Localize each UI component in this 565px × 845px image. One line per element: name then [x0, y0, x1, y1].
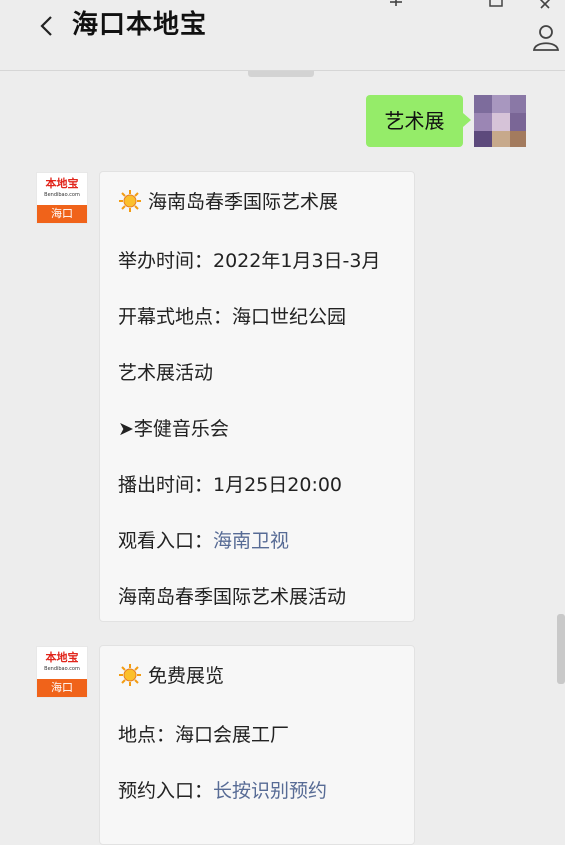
reserve-link[interactable]: 长按识别预约	[213, 780, 327, 802]
card-footer: 海南岛春季国际艺术展活动	[118, 586, 347, 608]
bot-avatar[interactable]: 本地宝 Bendibao.com 海口	[36, 172, 88, 224]
broadcast-time: 播出时间：1月25日20:00	[118, 474, 343, 496]
exhibit-location: 地点：海口会展工厂	[118, 724, 290, 746]
card-title: 海南岛春季国际艺术展	[118, 187, 338, 214]
page-title: 海口本地宝	[72, 10, 208, 40]
close-icon[interactable]	[537, 0, 555, 10]
watch-link[interactable]: 海南卫视	[213, 530, 289, 552]
person-icon[interactable]	[531, 22, 561, 52]
bot-avatar[interactable]: 本地宝 Bendibao.com 海口	[36, 646, 88, 698]
maximize-icon[interactable]	[488, 0, 504, 8]
top-bar: 海口本地宝	[0, 0, 565, 71]
opening-location: 开幕式地点：海口世纪公园	[118, 306, 347, 328]
scrollbar[interactable]	[557, 614, 565, 684]
watch-entry: 观看入口：海南卫视	[118, 530, 290, 552]
pull-handle	[248, 71, 314, 77]
sun-icon	[119, 190, 141, 212]
user-avatar[interactable]	[474, 95, 526, 147]
concert-item: ➤李健音乐会	[118, 418, 229, 440]
card-title: 免费展览	[118, 661, 224, 688]
city-label: 海口	[37, 679, 87, 697]
bendibao-logo: 本地宝 Bendibao.com	[37, 173, 87, 205]
reserve-entry: 预约入口：长按识别预约	[118, 780, 328, 802]
bendibao-logo: 本地宝 Bendibao.com	[37, 647, 87, 679]
user-message-bubble[interactable]: 艺术展	[366, 95, 471, 147]
chevron-left-icon[interactable]	[36, 14, 60, 38]
message-card: 海南岛春季国际艺术展 举办时间：2022年1月3日-3月 开幕式地点：海口世纪公…	[99, 171, 415, 622]
sun-icon	[119, 664, 141, 686]
message-card: 免费展览 地点：海口会展工厂 预约入口：长按识别预约	[99, 645, 415, 845]
event-time: 举办时间：2022年1月3日-3月	[118, 250, 381, 272]
section-heading: 艺术展活动	[118, 362, 214, 384]
minimize-icon[interactable]	[386, 0, 406, 10]
city-label: 海口	[37, 205, 87, 223]
